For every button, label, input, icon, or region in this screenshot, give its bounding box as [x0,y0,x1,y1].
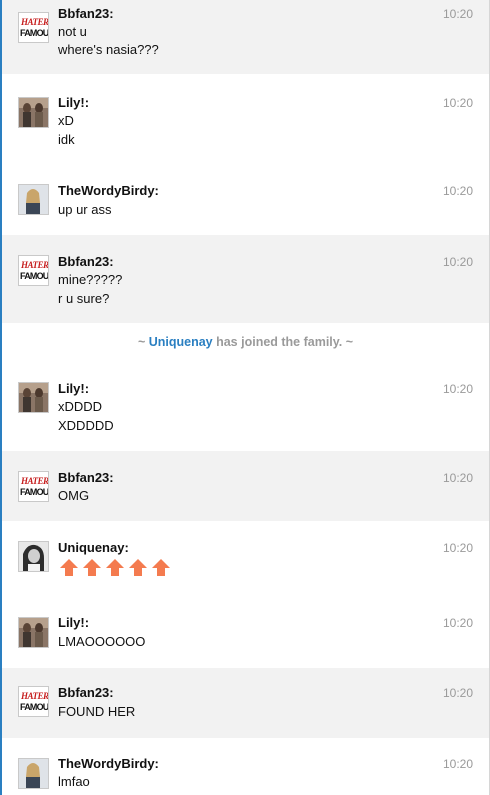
system-prefix: ~ [137,335,149,349]
avatar[interactable]: HATERS FAMOUS [18,255,49,286]
timestamp: 10:20 [442,541,473,555]
message-text: up ur ass [58,202,112,217]
username[interactable]: TheWordyBirdy: [58,756,159,772]
avatar-logo-text: FAMOUS [20,28,49,38]
emoji-row [58,558,173,578]
message-row: HATERS FAMOUS Bbfan23: FOUND HER 10:20 [2,668,489,738]
message-text: xD [58,113,74,128]
timestamp: 10:20 [442,184,473,198]
message-text: OMG [58,488,90,503]
up-arrow-icon [129,559,147,576]
timestamp: 10:20 [442,382,473,396]
timestamp: 10:20 [442,757,473,771]
username[interactable]: Bbfan23: [58,6,114,22]
avatar[interactable] [18,97,49,128]
timestamp: 10:20 [442,7,473,21]
avatar-logo-text: HATERS [21,691,49,701]
message-text: idk [58,132,75,147]
message-row: Lily!: LMAOOOOOO 10:20 [2,598,489,668]
username[interactable]: Lily!: [58,95,89,111]
joined-username[interactable]: Uniquenay [149,335,213,349]
message-text: lmfao [58,774,90,789]
message-row: Uniquenay: 10:20 [2,521,489,598]
message-text: r u sure? [58,291,110,306]
username[interactable]: Bbfan23: [58,254,114,270]
message-row: HATERS FAMOUS Bbfan23: not u where's nas… [2,0,489,74]
avatar-logo-text: HATERS [21,260,49,270]
message-row: HATERS FAMOUS Bbfan23: OMG 10:20 [2,451,489,521]
avatar-logo-text: FAMOUS [20,702,49,712]
username[interactable]: Lily!: [58,615,89,631]
avatar[interactable] [18,617,49,648]
message-text: FOUND HER [58,704,136,719]
avatar[interactable]: HATERS FAMOUS [18,686,49,717]
avatar[interactable] [18,541,49,572]
avatar[interactable]: HATERS FAMOUS [18,12,49,43]
message-row: HATERS FAMOUS Bbfan23: mine????? r u sur… [2,235,489,323]
system-message: ~ Uniquenay has joined the family. ~ [2,335,489,349]
message-row: TheWordyBirdy: lmfao 10:20 [2,738,489,795]
avatar[interactable] [18,758,49,789]
message-text: LMAOOOOOO [58,634,146,649]
username[interactable]: Uniquenay: [58,540,129,556]
username[interactable]: TheWordyBirdy: [58,183,159,199]
up-arrow-icon [106,559,124,576]
message-text: mine????? [58,272,123,287]
up-arrow-icon [152,559,170,576]
avatar[interactable]: HATERS FAMOUS [18,471,49,502]
avatar-logo-text: FAMOUS [20,271,49,281]
message-row: Lily!: xDDDD XDDDDD 10:20 [2,362,489,451]
timestamp: 10:20 [442,96,473,110]
message-text: xDDDD [58,399,103,414]
message-text: XDDDDD [58,418,114,433]
timestamp: 10:20 [442,686,473,700]
message-text: not u [58,24,87,39]
avatar[interactable] [18,382,49,413]
timestamp: 10:20 [442,255,473,269]
chat-transcript: HATERS FAMOUS Bbfan23: not u where's nas… [0,0,490,795]
username[interactable]: Bbfan23: [58,470,114,486]
timestamp: 10:20 [442,616,473,630]
timestamp: 10:20 [442,471,473,485]
system-text: has joined the family. ~ [212,335,354,349]
avatar-logo-text: FAMOUS [20,487,49,497]
username[interactable]: Lily!: [58,381,89,397]
up-arrow-icon [83,559,101,576]
avatar-logo-text: HATERS [21,17,49,27]
message-row: TheWordyBirdy: up ur ass 10:20 [2,162,489,235]
username[interactable]: Bbfan23: [58,685,114,701]
avatar-logo-text: HATERS [21,476,49,486]
message-row: Lily!: xD idk 10:20 [2,74,489,162]
message-text: where's nasia??? [58,42,159,57]
up-arrow-icon [60,559,78,576]
avatar[interactable] [18,184,49,215]
